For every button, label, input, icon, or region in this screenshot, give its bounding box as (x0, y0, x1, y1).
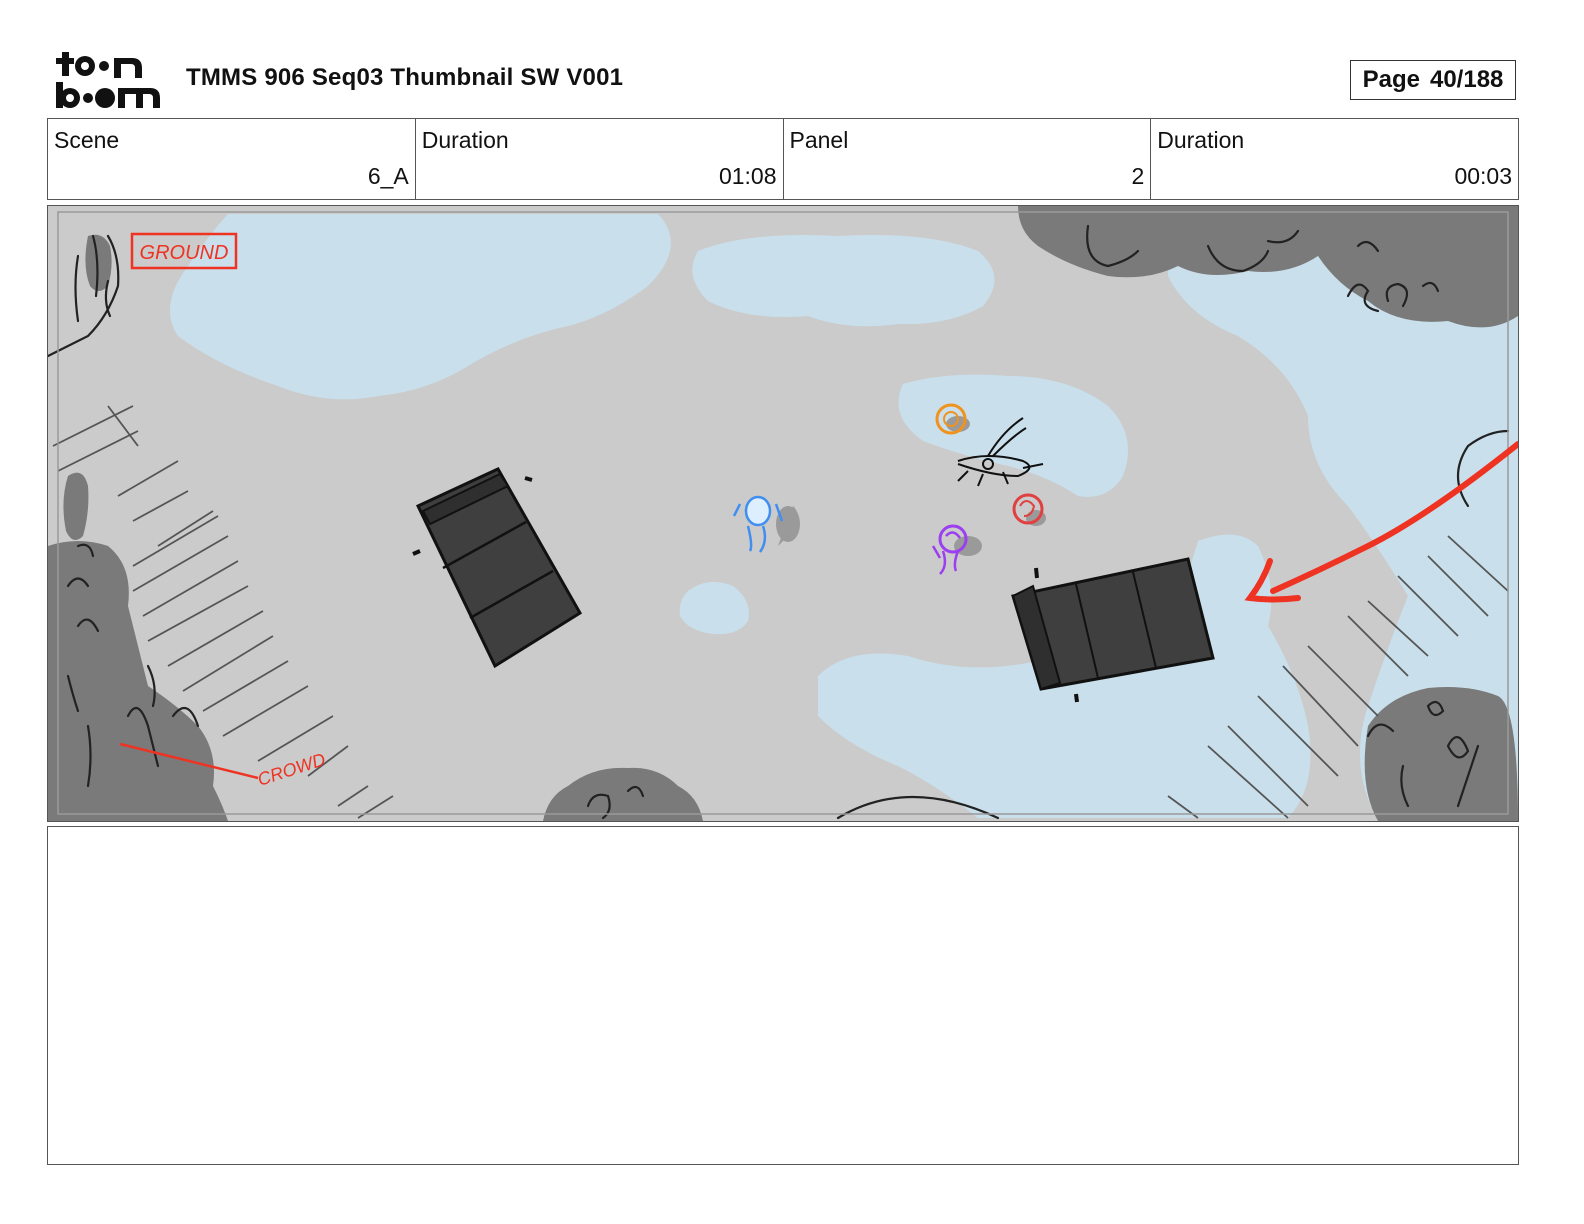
scene-duration-label: Duration (421, 127, 509, 153)
ground-label-text: GROUND (140, 242, 229, 264)
scene-value: 6_A (367, 163, 409, 189)
storyboard-panel: GROUND CROWD (47, 205, 1519, 822)
panel-cell: Panel 2 (784, 119, 1152, 199)
page-number: 40/188 (1429, 66, 1504, 93)
page-label: Page (1362, 66, 1420, 93)
scene-cell: Scene 6_A (48, 119, 416, 199)
panel-label: Panel (789, 127, 849, 153)
scene-duration-cell: Duration 01:08 (416, 119, 784, 199)
scene-info-table: Scene 6_A Duration 01:08 Panel 2 Duratio… (47, 118, 1519, 200)
panel-duration-value: 00:03 (1454, 163, 1512, 189)
panel-notes-area (47, 826, 1519, 1165)
panel-duration-cell: Duration 00:03 (1151, 119, 1518, 199)
panel-duration-label: Duration (1157, 127, 1245, 153)
toonboom-logo (52, 50, 164, 112)
panel-value: 2 (1131, 163, 1145, 189)
scene-label: Scene (54, 127, 120, 153)
page-indicator: Page 40/188 (1350, 60, 1516, 100)
scene-duration-value: 01:08 (718, 163, 777, 189)
storyboard-drawing: GROUND CROWD (48, 206, 1518, 821)
document-title: TMMS 906 Seq03 Thumbnail SW V001 (186, 64, 624, 91)
